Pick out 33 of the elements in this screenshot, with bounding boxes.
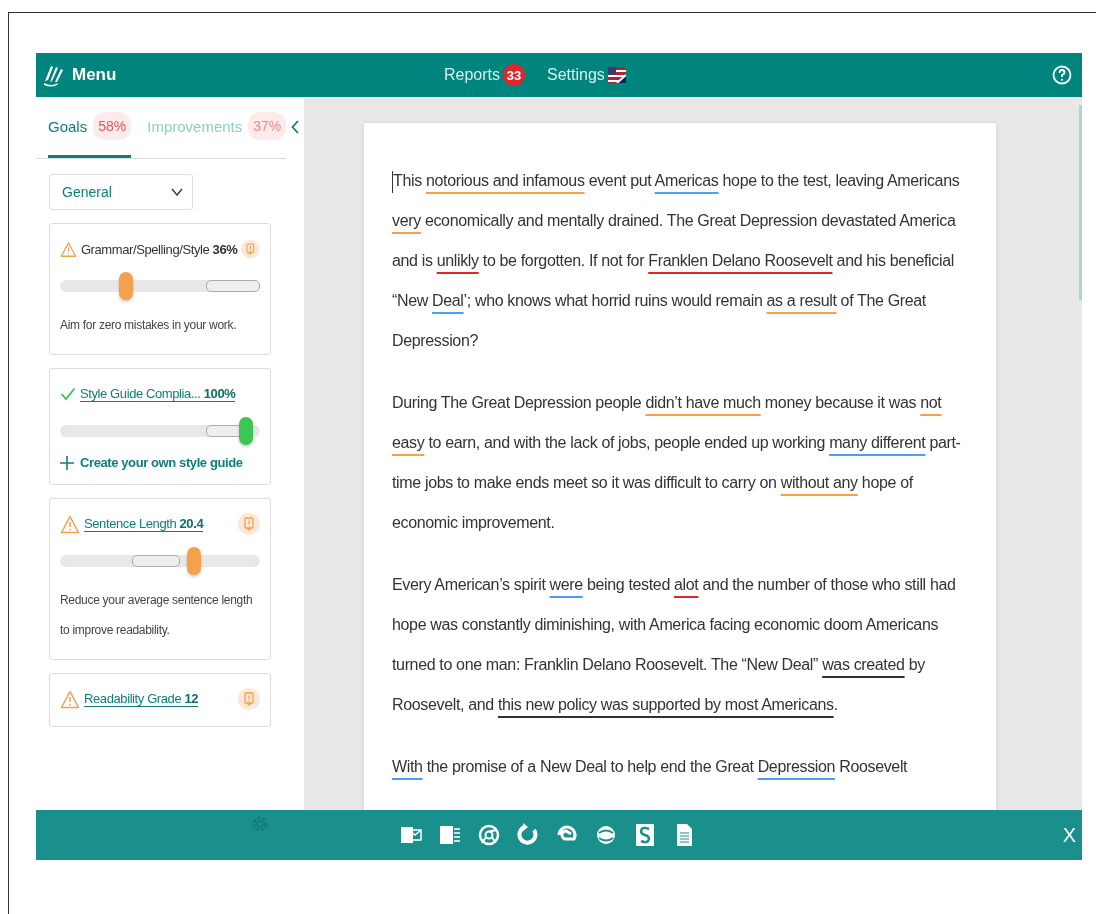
goal-link[interactable]: Style Guide Complia... 100%: [80, 386, 236, 402]
goal-description: Aim for zero mistakes in your work.: [60, 317, 238, 334]
category-select[interactable]: General: [49, 174, 193, 210]
scrollbar[interactable]: [1079, 105, 1082, 300]
document-paragraph: This notorious and infamous event put Americas hope to the test, leaving Americans very economically and mentally drained. The Great Depression devastated America and is unlikly to be forgotten. If not for Franklen Delano Roosevelt and his beneficial “New Deal’; who knows what horrid ruins would remain as a result of The Great Depression?: [392, 169, 961, 351]
nav-link[interactable]: Reports: [444, 66, 501, 84]
goal-link[interactable]: Sentence Length 20.4: [84, 516, 204, 532]
browser-icon[interactable]: [478, 822, 500, 848]
close-button[interactable]: X: [1062, 823, 1076, 847]
info-icon[interactable]: [241, 238, 260, 260]
logo-icon: [42, 63, 66, 87]
warning-icon: [60, 514, 80, 534]
sidebar-tab[interactable]: Goals 58%: [48, 97, 132, 158]
document-paragraph: Every American’s spirit were being tested alot and the number of those who still had hope was constantly diminishing, with America facing economic doom Americans turned to one man: Franklin Delano Roosevelt. The “New Deal” was created by Roosevelt, and this new policy was supported by most Americans.: [392, 575, 957, 715]
help-icon[interactable]: [1052, 65, 1072, 85]
goal-link[interactable]: Readability Grade 12: [84, 691, 199, 707]
document-paragraph: During The Great Depression people didn’t have much money because it was not easy to earn, and with the lack of jobs, people ended up working many different part-time jobs to make ends meet so it was difficult to carry on without any hope of economic improvement.: [392, 393, 962, 533]
chevron-down-icon: [170, 187, 184, 197]
count-badge: 33: [503, 64, 526, 86]
warning-icon: [60, 239, 77, 259]
document-paragraph: With the promise of a New Deal to help end the Great Depression Roosevelt: [392, 757, 909, 777]
check-icon: [60, 387, 76, 401]
goal-description: Reduce your average sentence length to improve readability.: [60, 592, 254, 639]
plus-icon[interactable]: [60, 455, 74, 470]
nav-link[interactable]: Settings: [547, 66, 605, 84]
warning-icon: [60, 689, 80, 709]
scroll-icon[interactable]: [634, 822, 656, 848]
create-style-guide-link[interactable]: Create your own style guide: [60, 455, 260, 470]
menu-button[interactable]: Menu: [72, 65, 117, 85]
refresh-icon[interactable]: [517, 822, 539, 848]
flag-icon[interactable]: [607, 67, 626, 83]
chevron-left-icon: [291, 120, 299, 134]
goal-title: Grammar/Spelling/Style 36%: [80, 241, 238, 257]
